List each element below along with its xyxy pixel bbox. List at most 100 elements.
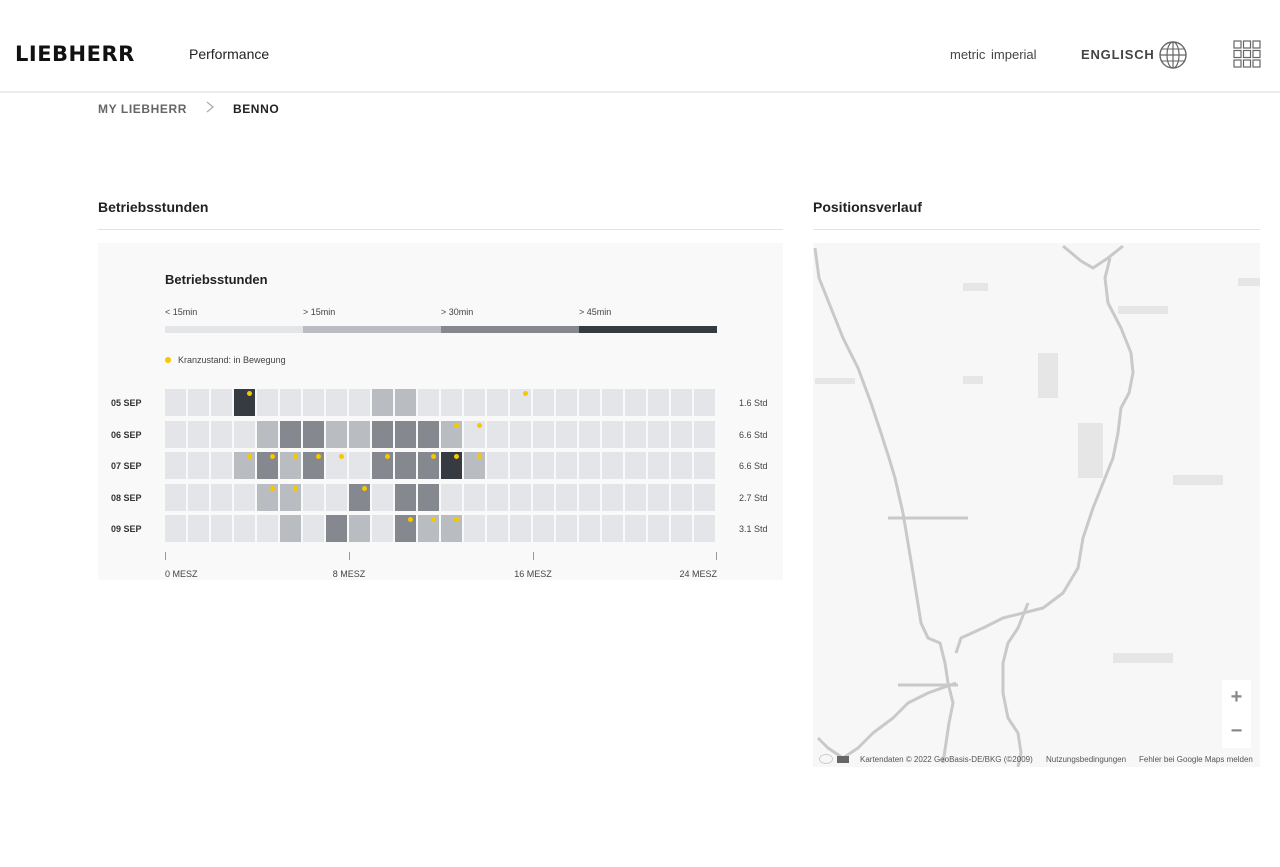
keyboard-icon[interactable] <box>837 756 849 763</box>
heatmap-cell[interactable] <box>579 389 600 416</box>
heatmap-cell[interactable] <box>694 420 715 448</box>
heatmap-cell[interactable] <box>188 483 209 511</box>
heatmap-cell[interactable] <box>234 483 255 511</box>
heatmap-cell[interactable] <box>602 452 623 479</box>
unit-metric-option[interactable]: metric <box>950 47 985 62</box>
heatmap-cell[interactable] <box>188 515 209 542</box>
heatmap-cell[interactable] <box>579 420 600 448</box>
heatmap-cell[interactable] <box>372 420 393 448</box>
heatmap-cell[interactable] <box>441 483 462 511</box>
heatmap-cell[interactable] <box>556 389 577 416</box>
heatmap-cell[interactable] <box>487 389 508 416</box>
heatmap-cell[interactable] <box>326 515 347 542</box>
map-zoom-in-button[interactable]: + <box>1222 680 1251 714</box>
heatmap-cell[interactable] <box>556 515 577 542</box>
liebherr-logo[interactable]: LIEBHERR <box>15 42 135 66</box>
heatmap-cell[interactable] <box>464 483 485 511</box>
heatmap-cell[interactable] <box>579 515 600 542</box>
heatmap-cell[interactable] <box>671 452 692 479</box>
heatmap-cell[interactable] <box>510 420 531 448</box>
heatmap-cell[interactable] <box>671 389 692 416</box>
heatmap-cell[interactable] <box>694 389 715 416</box>
heatmap-cell[interactable] <box>234 420 255 448</box>
heatmap-cell[interactable] <box>694 483 715 511</box>
app-grid-icon[interactable] <box>1233 40 1261 68</box>
heatmap-cell[interactable] <box>487 515 508 542</box>
heatmap-cell[interactable] <box>533 452 554 479</box>
heatmap-cell[interactable] <box>579 483 600 511</box>
heatmap-cell[interactable] <box>372 483 393 511</box>
heatmap-cell[interactable] <box>188 452 209 479</box>
heatmap-cell[interactable] <box>211 515 232 542</box>
heatmap-cell[interactable] <box>694 452 715 479</box>
heatmap-cell[interactable] <box>487 483 508 511</box>
heatmap-cell[interactable] <box>303 483 324 511</box>
heatmap-cell[interactable] <box>257 420 278 448</box>
heatmap-cell[interactable] <box>395 452 416 479</box>
heatmap-cell[interactable] <box>602 515 623 542</box>
heatmap-cell[interactable] <box>303 420 324 448</box>
heatmap-cell[interactable] <box>165 420 186 448</box>
heatmap-cell[interactable] <box>418 483 439 511</box>
heatmap-cell[interactable] <box>280 389 301 416</box>
heatmap-cell[interactable] <box>326 420 347 448</box>
heatmap-cell[interactable] <box>671 483 692 511</box>
heatmap-cell[interactable] <box>487 452 508 479</box>
heatmap-cell[interactable] <box>349 420 370 448</box>
heatmap-cell[interactable] <box>349 452 370 479</box>
heatmap-cell[interactable] <box>510 515 531 542</box>
heatmap-cell[interactable] <box>533 483 554 511</box>
heatmap-cell[interactable] <box>349 515 370 542</box>
heatmap-cell[interactable] <box>303 515 324 542</box>
heatmap-cell[interactable] <box>648 483 669 511</box>
heatmap-cell[interactable] <box>211 420 232 448</box>
heatmap-cell[interactable] <box>395 389 416 416</box>
heatmap-cell[interactable] <box>625 420 646 448</box>
heatmap-cell[interactable] <box>510 452 531 479</box>
breadcrumb-my-liebherr[interactable]: MY LIEBHERR <box>98 102 187 116</box>
unit-imperial-option[interactable]: imperial <box>991 47 1037 62</box>
heatmap-cell[interactable] <box>211 389 232 416</box>
heatmap-cell[interactable] <box>533 420 554 448</box>
heatmap-cell[interactable] <box>326 483 347 511</box>
position-map[interactable]: + − Kartendaten © 2022 GeoBasis-DE/BKG (… <box>813 243 1260 767</box>
heatmap-cell[interactable] <box>625 452 646 479</box>
heatmap-cell[interactable] <box>694 515 715 542</box>
heatmap-cell[interactable] <box>418 389 439 416</box>
heatmap-cell[interactable] <box>625 515 646 542</box>
heatmap-cell[interactable] <box>602 483 623 511</box>
heatmap-cell[interactable] <box>211 452 232 479</box>
heatmap-cell[interactable] <box>602 420 623 448</box>
heatmap-cell[interactable] <box>579 452 600 479</box>
heatmap-cell[interactable] <box>234 515 255 542</box>
heatmap-cell[interactable] <box>487 420 508 448</box>
heatmap-cell[interactable] <box>188 420 209 448</box>
heatmap-cell[interactable] <box>211 483 232 511</box>
heatmap-cell[interactable] <box>418 420 439 448</box>
heatmap-cell[interactable] <box>648 515 669 542</box>
heatmap-cell[interactable] <box>165 483 186 511</box>
heatmap-cell[interactable] <box>533 515 554 542</box>
heatmap-cell[interactable] <box>533 389 554 416</box>
language-selector[interactable]: ENGLISCH <box>1081 47 1155 62</box>
heatmap-cell[interactable] <box>372 515 393 542</box>
heatmap-cell[interactable] <box>648 389 669 416</box>
heatmap-cell[interactable] <box>556 483 577 511</box>
heatmap-cell[interactable] <box>349 389 370 416</box>
heatmap-cell[interactable] <box>464 515 485 542</box>
heatmap-cell[interactable] <box>441 389 462 416</box>
heatmap-cell[interactable] <box>556 452 577 479</box>
heatmap-cell[interactable] <box>395 420 416 448</box>
map-zoom-out-button[interactable]: − <box>1222 714 1251 748</box>
heatmap-cell[interactable] <box>464 389 485 416</box>
heatmap-cell[interactable] <box>280 420 301 448</box>
heatmap-cell[interactable] <box>188 389 209 416</box>
heatmap-cell[interactable] <box>602 389 623 416</box>
heatmap-cell[interactable] <box>395 483 416 511</box>
map-report-link[interactable]: Fehler bei Google Maps melden <box>1139 755 1253 764</box>
heatmap-cell[interactable] <box>625 483 646 511</box>
heatmap-cell[interactable] <box>257 515 278 542</box>
heatmap-cell[interactable] <box>257 389 278 416</box>
heatmap-cell[interactable] <box>648 420 669 448</box>
heatmap-cell[interactable] <box>648 452 669 479</box>
